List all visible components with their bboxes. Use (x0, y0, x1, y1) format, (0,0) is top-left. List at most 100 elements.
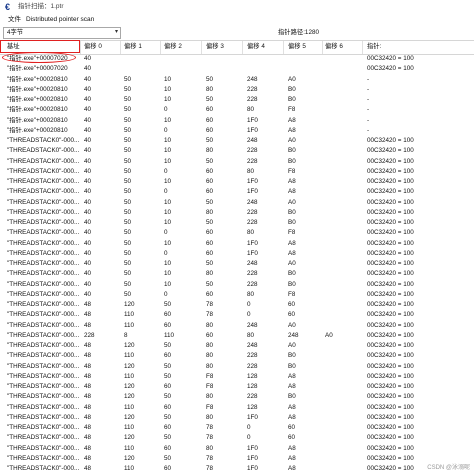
cell-offset-5: B0 (288, 219, 296, 226)
table-row[interactable]: "THREADSTACK0"-000... 48 120 60 F8 128 A8 00C32… (0, 382, 474, 392)
table-row[interactable]: "THREADSTACK0"-000... 40 50 10 60 1F0 A8 00C324… (0, 177, 474, 187)
byte-size-select[interactable]: 4字节 ▾ (3, 27, 121, 39)
table-row[interactable]: "THREADSTACK0"-000... 40 50 0 60 80 F8 00C32420… (0, 167, 474, 177)
table-row[interactable]: "THREADSTACK0"-000... 40 50 10 50 248 A0 00C324… (0, 136, 474, 146)
cell-base-address: "THREADSTACK0"-000... (7, 301, 80, 308)
table-row[interactable]: "THREADSTACK0"-000... 40 50 10 50 228 B0 00C324… (0, 157, 474, 167)
table-row[interactable]: "THREADSTACK0"-000... 48 110 60 F8 128 A8 00C32… (0, 403, 474, 413)
column-header-offset-1[interactable]: 偏移 1 (124, 43, 142, 51)
cell-offset-4: 0 (247, 311, 251, 319)
cell-base-address: "THREADSTACK0"-000... (7, 157, 80, 165)
column-divider[interactable] (242, 41, 243, 54)
column-divider[interactable] (160, 41, 161, 54)
cell-offset-5: A0 (288, 342, 296, 349)
table-row[interactable]: "THREADSTACK0"-000... 40 50 10 50 228 B0 00C324… (0, 280, 474, 290)
cell-offset-5: A0 (288, 321, 296, 329)
cell-offset-5: B0 (288, 393, 296, 401)
column-divider[interactable] (322, 41, 323, 54)
cell-pointer-value: 00C32420 = 100 (367, 362, 414, 370)
cell-offset-5: A0 (288, 137, 296, 144)
column-header-pointer[interactable]: 指针: (367, 43, 381, 51)
cell-offset-5: A8 (288, 413, 296, 421)
table-row[interactable]: "THREADSTACK0"-000... 48 110 60 78 1F0 A8 00C32… (0, 464, 474, 474)
column-divider[interactable] (120, 41, 121, 54)
column-header-offset-3[interactable]: 偏移 3 (206, 43, 224, 51)
column-header-offset-0[interactable]: 偏移 0 (84, 43, 102, 51)
table-row[interactable]: "指针.exe"+00020810 40 50 0 60 80 F8 - (0, 105, 474, 115)
column-divider[interactable] (201, 41, 202, 54)
table-row[interactable]: "指针.exe"+00020810 40 50 10 80 228 B0 - (0, 85, 474, 95)
column-header-offset-2[interactable]: 偏移 2 (164, 43, 182, 51)
menu-distributed-pointer-scan[interactable]: Distributed pointer scan (26, 16, 94, 24)
cell-offset-1: 50 (124, 249, 132, 257)
cell-offset-0: 48 (84, 311, 92, 319)
cell-offset-3: F8 (206, 403, 214, 411)
cell-offset-3: F8 (206, 383, 214, 390)
table-row[interactable]: "指针.exe"+00007020 40 00C32420 = 100 (0, 64, 474, 74)
cell-offset-1: 50 (124, 75, 132, 83)
column-header-offset-4[interactable]: 偏移 4 (247, 43, 265, 51)
column-divider[interactable] (283, 41, 284, 54)
table-row[interactable]: "THREADSTACK0"-000... 40 50 10 80 228 B0 00C324… (0, 208, 474, 218)
table-row[interactable]: "THREADSTACK0"-000... 48 120 50 78 0 60 00C3242… (0, 300, 474, 310)
table-row[interactable]: "THREADSTACK0"-000... 48 110 60 80 248 A0 00C32… (0, 321, 474, 331)
table-row[interactable]: "THREADSTACK0"-000... 48 120 50 80 228 B0 00C32… (0, 392, 474, 402)
table-row[interactable]: "THREADSTACK0"-000... 48 120 50 78 1F0 A8 00C32… (0, 454, 474, 464)
cell-base-address: "THREADSTACK0"-000... (7, 372, 80, 380)
cell-offset-1: 120 (124, 393, 135, 401)
table-row[interactable]: "THREADSTACK0"-000... 48 110 50 F8 128 A8 00C32… (0, 372, 474, 382)
cell-offset-1: 110 (124, 372, 135, 380)
cell-offset-5: B0 (288, 85, 296, 93)
table-row[interactable]: "THREADSTACK0"-000... 48 120 50 78 0 60 00C3242… (0, 433, 474, 443)
byte-size-value: 4字节 (7, 29, 24, 36)
menu-file[interactable]: 文件 (8, 16, 21, 24)
cell-base-address: "THREADSTACK0"-000... (7, 270, 80, 278)
cell-offset-2: 10 (164, 96, 172, 103)
table-row[interactable]: "THREADSTACK0"-000... 48 120 50 80 248 A0 00C32… (0, 341, 474, 351)
table-row[interactable]: "指针.exe"+00020810 40 50 10 50 228 B0 - (0, 95, 474, 105)
cell-offset-4: 1F0 (247, 249, 258, 257)
table-row[interactable]: "THREADSTACK0"-000... 40 50 0 60 80 F8 00C32420… (0, 290, 474, 300)
cell-base-address: "THREADSTACK0"-000... (7, 403, 80, 411)
cell-base-address: "THREADSTACK0"-000... (7, 208, 80, 216)
cell-pointer-value: 00C32420 = 100 (367, 342, 414, 349)
cell-offset-4: 80 (247, 290, 255, 298)
cell-offset-3: 50 (206, 75, 214, 83)
table-row[interactable]: "THREADSTACK0"-000... 40 50 10 50 248 A0 00C324… (0, 259, 474, 269)
table-row[interactable]: "THREADSTACK0"-000... 40 50 10 60 1F0 A8 00C324… (0, 239, 474, 249)
cell-offset-4: 248 (247, 342, 258, 349)
table-row[interactable]: "THREADSTACK0"-000... 48 120 50 80 1F0 A8 00C32… (0, 413, 474, 423)
table-row[interactable]: "指针.exe"+00020810 40 50 10 50 248 A0 - (0, 75, 474, 85)
table-row[interactable]: "THREADSTACK0"-000... 228 8 110 60 80 248 A0 00C… (0, 331, 474, 341)
cell-offset-0: 48 (84, 403, 92, 411)
cell-offset-4: 1F0 (247, 465, 258, 472)
cheat-engine-icon: € (5, 2, 11, 12)
column-header-offset-5[interactable]: 偏移 5 (288, 43, 306, 51)
table-row[interactable]: "THREADSTACK0"-000... 40 50 0 60 1F0 A8 00C3242… (0, 187, 474, 197)
cell-offset-0: 40 (84, 55, 92, 62)
table-row[interactable]: "THREADSTACK0"-000... 40 50 0 60 80 F8 00C32420… (0, 228, 474, 238)
cell-offset-2: 0 (164, 106, 168, 114)
column-header-offset-6[interactable]: 偏移 6 (325, 43, 343, 51)
table-row[interactable]: "THREADSTACK0"-000... 48 110 60 80 1F0 A8 00C32… (0, 444, 474, 454)
watermark: CSDN @泳溺呢 (427, 465, 470, 471)
table-row[interactable]: "THREADSTACK0"-000... 48 110 60 78 0 60 00C3242… (0, 310, 474, 320)
table-row[interactable]: "指针.exe"+00020810 40 50 10 60 1F0 A8 - (0, 116, 474, 126)
table-row[interactable]: "THREADSTACK0"-000... 48 110 60 78 0 60 00C3242… (0, 423, 474, 433)
table-row[interactable]: "指针.exe"+00020810 40 50 0 60 1F0 A8 - (0, 126, 474, 136)
table-row[interactable]: "THREADSTACK0"-000... 48 110 60 80 228 B0 00C32… (0, 351, 474, 361)
cell-offset-0: 40 (84, 106, 92, 114)
cell-offset-0: 48 (84, 383, 92, 390)
table-row[interactable]: "THREADSTACK0"-000... 48 120 50 80 228 B0 00C32… (0, 362, 474, 372)
table-row[interactable]: "THREADSTACK0"-000... 40 50 10 80 228 B0 00C324… (0, 269, 474, 279)
cell-offset-5: 248 (288, 331, 299, 339)
table-row[interactable]: "THREADSTACK0"-000... 40 50 10 50 228 B0 00C324… (0, 218, 474, 228)
table-row[interactable]: "THREADSTACK0"-000... 40 50 10 80 228 B0 00C324… (0, 146, 474, 156)
column-divider[interactable] (362, 41, 363, 54)
cell-offset-0: 48 (84, 301, 92, 308)
cell-offset-2: 60 (164, 321, 172, 329)
cell-offset-2: 50 (164, 454, 172, 462)
table-row[interactable]: "THREADSTACK0"-000... 40 50 10 50 248 A0 00C324… (0, 198, 474, 208)
column-divider[interactable] (80, 41, 81, 54)
table-row[interactable]: "THREADSTACK0"-000... 40 50 0 60 1F0 A8 00C3242… (0, 249, 474, 259)
